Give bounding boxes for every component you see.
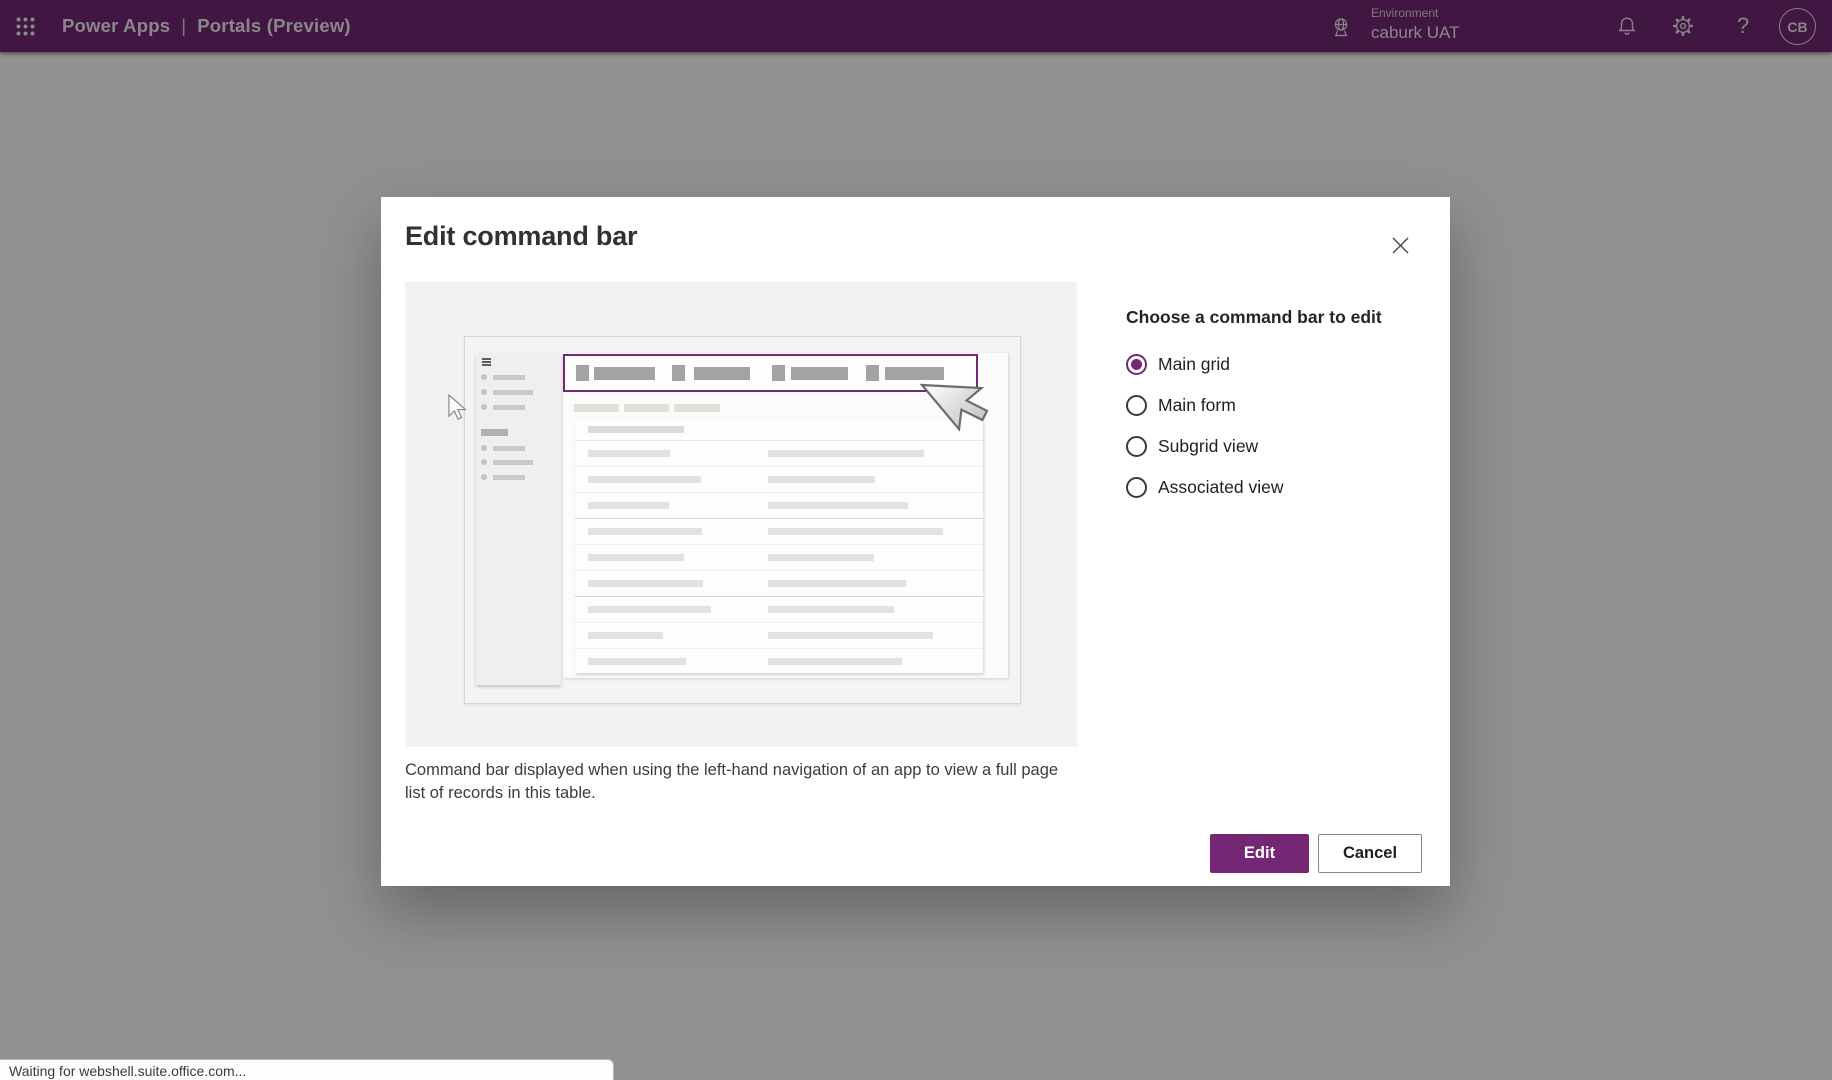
mock-table-row-7: [575, 597, 983, 623]
mock-nav-bullet-5: [481, 445, 487, 451]
mock-cell-left: [588, 606, 711, 613]
dialog-title: Edit command bar: [405, 221, 637, 252]
mock-cmd-label-1: [594, 367, 655, 380]
radio-label-main-form: Main form: [1158, 395, 1236, 416]
mock-cell-right: [768, 476, 875, 483]
mock-nav-bullet-1: [481, 374, 487, 380]
mock-nav-bullet-3: [481, 404, 487, 410]
mock-cmd-label-3: [791, 367, 848, 380]
mock-cell-right: [768, 554, 874, 561]
mock-nav-bullet-6: [481, 459, 487, 465]
mock-view-tab-1: [574, 404, 619, 412]
mock-nav-item-1: [493, 375, 525, 380]
mock-cell-left: [588, 476, 701, 483]
radio-label-main-grid: Main grid: [1158, 354, 1230, 375]
mock-cell-right: [768, 658, 902, 665]
mock-nav-bullet-7: [481, 474, 487, 480]
mock-view-tab-3: [674, 404, 720, 412]
mock-table-row-4: [575, 519, 983, 545]
radio-option-associated-view[interactable]: Associated view: [1126, 475, 1283, 501]
chooser-heading: Choose a command bar to edit: [1126, 307, 1382, 328]
mock-nav-item-3: [493, 405, 525, 410]
mock-table-row-3: [575, 493, 983, 519]
mock-table-row-8: [575, 623, 983, 649]
cancel-button[interactable]: Cancel: [1318, 834, 1422, 873]
small-pointer-cursor-icon: [448, 394, 470, 422]
browser-status-bubble: Waiting for webshell.suite.office.com...: [0, 1059, 614, 1080]
mock-nav-item-7: [493, 475, 525, 480]
mock-left-navigation: [476, 353, 561, 685]
mock-cmd-icon-4: [866, 365, 879, 381]
mock-cell-right: [768, 606, 894, 613]
radio-option-subgrid-view[interactable]: Subgrid view: [1126, 434, 1258, 460]
mock-cell-right: [768, 502, 908, 509]
command-bar-illustration: [405, 282, 1077, 747]
large-pointer-cursor-icon: [901, 376, 996, 471]
mock-table-row-6: [575, 571, 983, 597]
radio-main-grid[interactable]: [1126, 354, 1147, 375]
mock-cell-left: [588, 502, 669, 509]
mock-nav-bullet-2: [481, 389, 487, 395]
mock-nav-selected-item: [481, 429, 508, 436]
mock-cmd-label-2: [694, 367, 750, 380]
mock-cell-left: [588, 528, 702, 535]
mock-table-row-9: [575, 649, 983, 673]
radio-label-subgrid-view: Subgrid view: [1158, 436, 1258, 457]
mock-cell-left: [588, 658, 686, 665]
mock-cell-left: [588, 632, 663, 639]
edit-button[interactable]: Edit: [1210, 834, 1309, 873]
mock-cell-left: [588, 554, 684, 561]
mock-cell-right: [768, 580, 906, 587]
radio-option-main-form[interactable]: Main form: [1126, 392, 1236, 418]
mock-table-row-5: [575, 545, 983, 571]
mock-nav-item-2: [493, 390, 533, 395]
radio-label-associated-view: Associated view: [1158, 477, 1283, 498]
mock-hamburger-icon: [482, 358, 491, 367]
dialog-description: Command bar displayed when using the lef…: [405, 759, 1081, 805]
mock-cmd-icon-3: [772, 365, 785, 381]
mock-nav-item-5: [493, 446, 525, 451]
mock-cell-right: [768, 632, 933, 639]
mock-cell-right: [768, 528, 943, 535]
mock-cmd-icon-2: [672, 365, 685, 381]
mock-cell-left: [588, 580, 703, 587]
radio-subgrid-view[interactable]: [1126, 436, 1147, 457]
close-icon: [1392, 237, 1409, 254]
radio-option-main-grid[interactable]: Main grid: [1126, 351, 1230, 377]
close-button[interactable]: [1383, 228, 1417, 262]
mock-cmd-icon-1: [576, 365, 589, 381]
mock-cell-left: [588, 450, 670, 457]
mock-view-tab-2: [624, 404, 669, 412]
radio-associated-view[interactable]: [1126, 477, 1147, 498]
mock-nav-item-6: [493, 460, 533, 465]
radio-main-form[interactable]: [1126, 395, 1147, 416]
edit-command-bar-dialog: Edit command bar: [381, 197, 1450, 886]
